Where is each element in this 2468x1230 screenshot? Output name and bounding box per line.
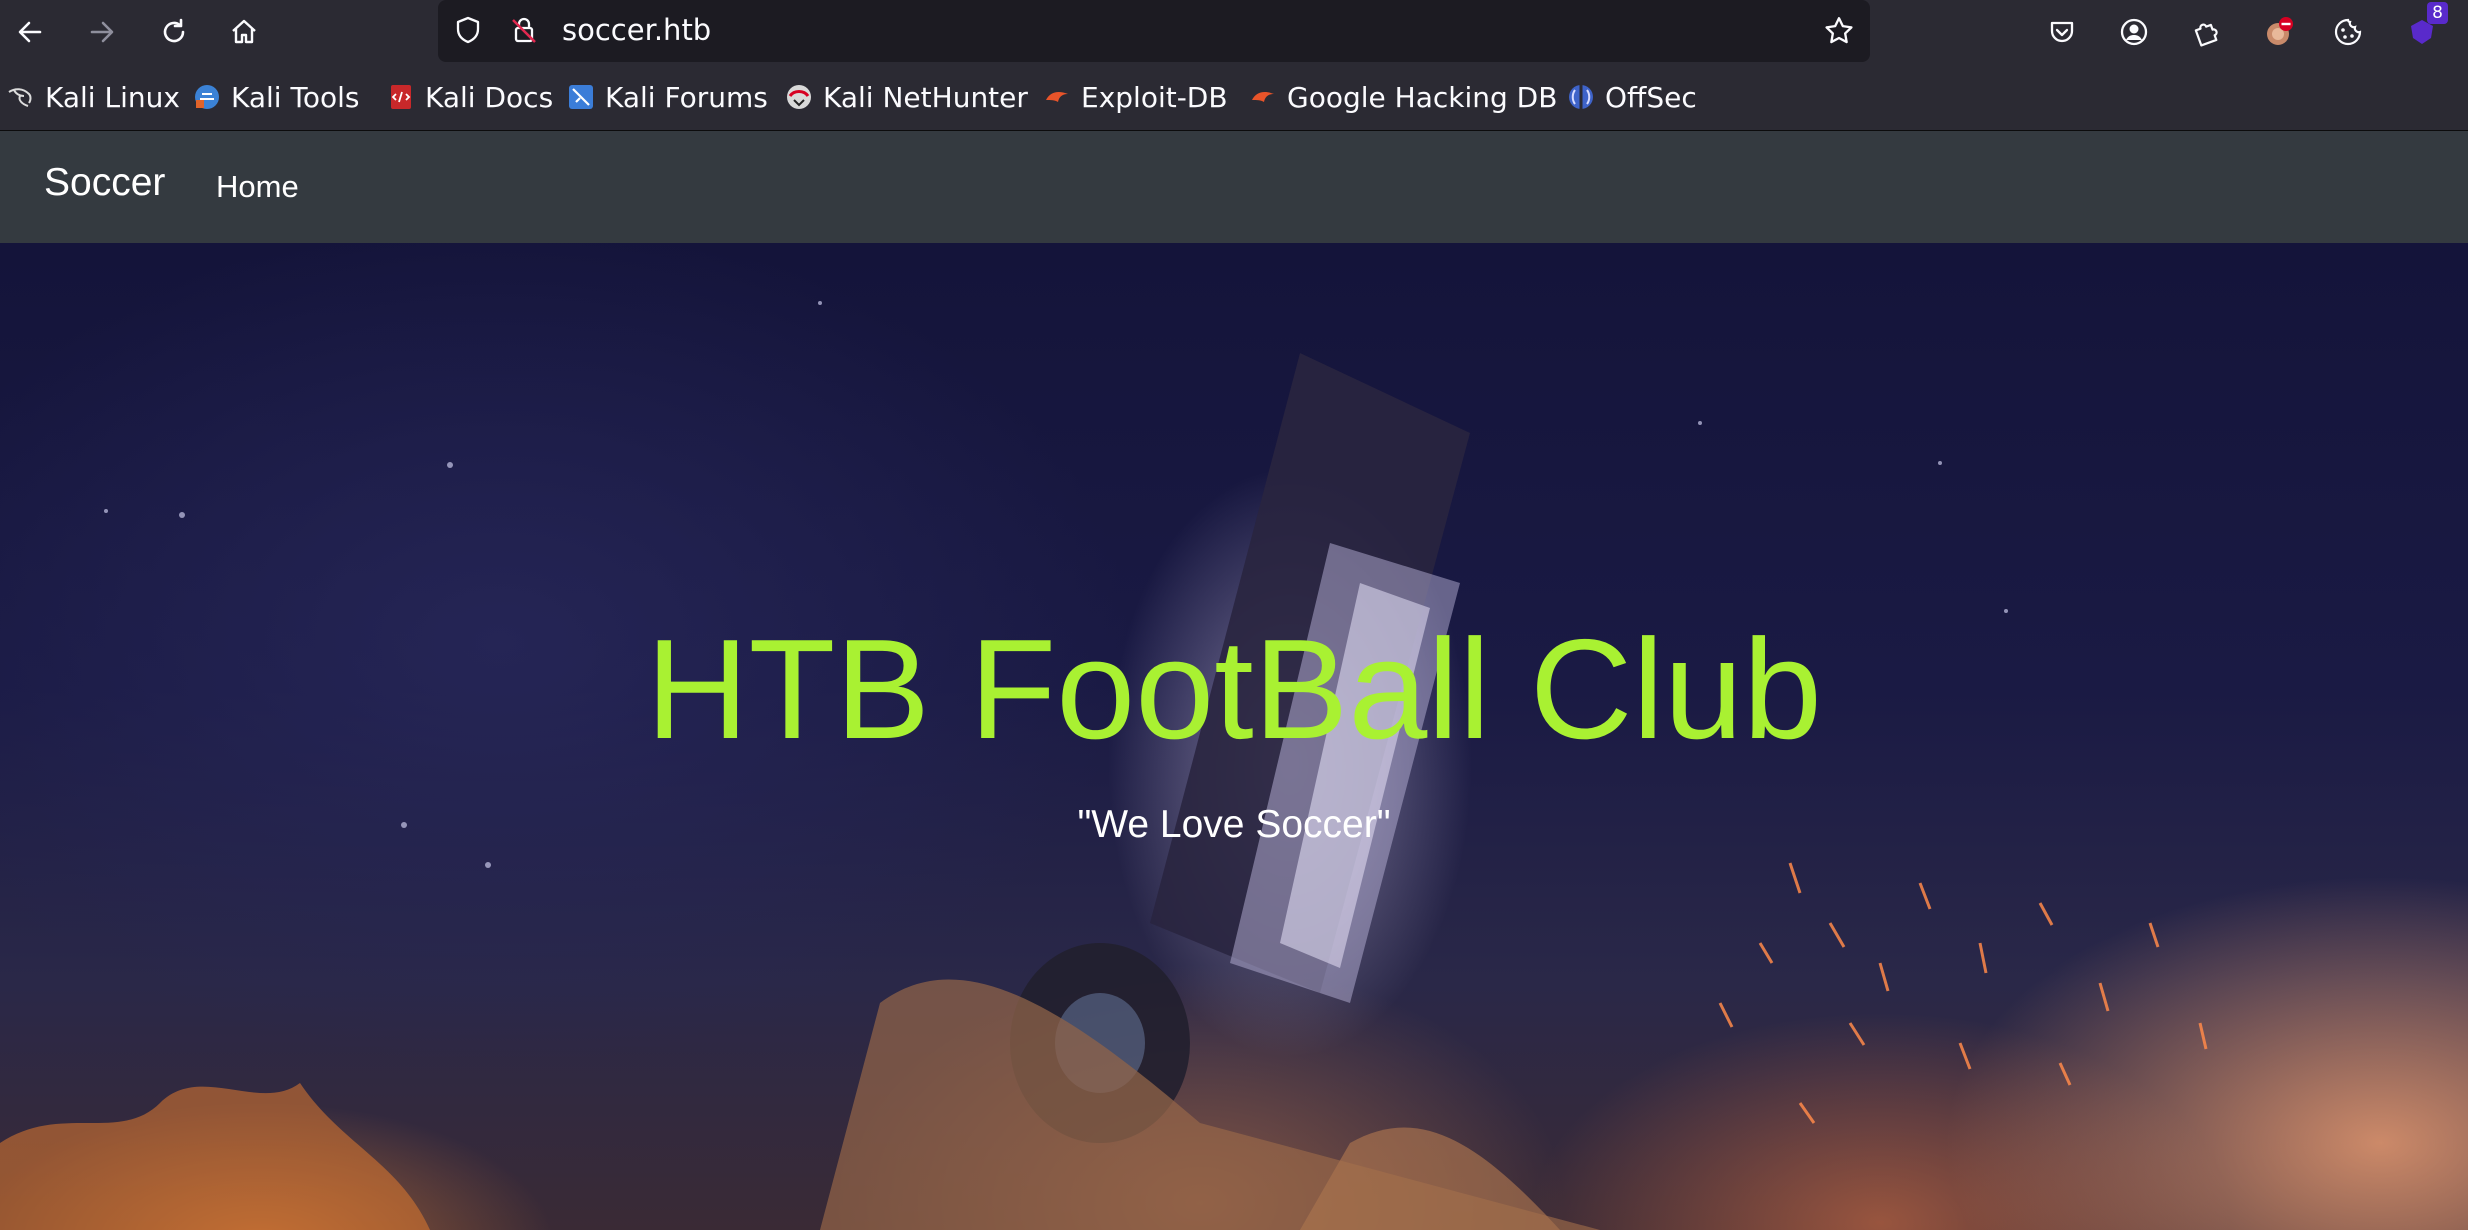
url-text[interactable]: soccer.htb bbox=[562, 13, 711, 47]
forward-button[interactable] bbox=[80, 10, 124, 54]
account-icon bbox=[2120, 18, 2148, 46]
bookmark-label: Kali Tools bbox=[231, 80, 360, 114]
bookmark-label: Kali Forums bbox=[605, 80, 768, 114]
home-button[interactable] bbox=[222, 10, 266, 54]
kali-docs-icon bbox=[391, 85, 411, 109]
bookmark-kali-tools[interactable]: Kali Tools bbox=[192, 79, 359, 115]
menu-extension-button[interactable]: 8 bbox=[2400, 2, 2448, 54]
bookmark-exploit-db[interactable]: Exploit-DB bbox=[1042, 79, 1228, 115]
pocket-icon bbox=[2050, 21, 2074, 43]
bookmark-label: Exploit-DB bbox=[1081, 80, 1228, 114]
bookmark-star-icon[interactable] bbox=[1822, 14, 1856, 48]
extensions-button[interactable] bbox=[2184, 10, 2228, 54]
extension-badge-count: 8 bbox=[2427, 2, 2448, 24]
pocket-button[interactable] bbox=[2040, 10, 2084, 54]
bookmark-label: Kali Linux bbox=[45, 80, 180, 114]
tracking-shield-icon[interactable] bbox=[452, 14, 484, 46]
bookmark-kali-docs[interactable]: Kali Docs bbox=[386, 79, 553, 115]
bookmark-kali-forums[interactable]: Kali Forums bbox=[566, 79, 768, 115]
bookmark-label: Google Hacking DB bbox=[1287, 80, 1558, 114]
home-icon bbox=[232, 19, 256, 44]
kali-dragon-icon bbox=[8, 88, 32, 107]
hero-title: HTB FootBall Club bbox=[646, 610, 1822, 769]
ghdb-icon bbox=[1252, 92, 1274, 102]
bookmark-kali-nethunter[interactable]: Kali NetHunter bbox=[784, 79, 1028, 115]
bookmark-google-hacking-db[interactable]: Google Hacking DB bbox=[1248, 79, 1557, 115]
kali-nethunter-icon bbox=[787, 85, 811, 109]
cookie-extension-button[interactable] bbox=[2326, 10, 2370, 54]
kali-forums-icon bbox=[569, 85, 593, 109]
blocker-extension-icon bbox=[2267, 17, 2293, 45]
site-brand[interactable]: Soccer bbox=[44, 161, 165, 205]
arrow-left-icon bbox=[18, 21, 42, 43]
hero-section: HTB FootBall Club "We Love Soccer" bbox=[0, 243, 2468, 1230]
hero-subtitle: "We Love Soccer" bbox=[1077, 803, 1391, 846]
account-button[interactable] bbox=[2112, 10, 2156, 54]
bookmark-label: OffSec bbox=[1605, 80, 1697, 114]
bookmarks-bar: Kali Linux Kali Tools Kali Docs Kali For… bbox=[0, 64, 2468, 131]
extension-blocker-button[interactable] bbox=[2256, 10, 2300, 54]
insecure-lock-icon[interactable] bbox=[508, 14, 540, 46]
address-bar[interactable]: soccer.htb bbox=[438, 0, 1870, 62]
bookmark-kali-linux[interactable]: Kali Linux bbox=[6, 79, 180, 115]
browser-toolbar: soccer.htb 8 bbox=[0, 0, 2468, 64]
reload-icon bbox=[163, 18, 185, 43]
offsec-icon bbox=[1569, 85, 1593, 109]
exploit-db-icon bbox=[1046, 92, 1068, 102]
kali-tools-icon bbox=[195, 85, 219, 109]
back-button[interactable] bbox=[8, 10, 52, 54]
cookie-icon bbox=[2334, 18, 2362, 46]
bookmark-label: Kali NetHunter bbox=[823, 80, 1028, 114]
nav-home-link[interactable]: Home bbox=[216, 169, 299, 205]
reload-button[interactable] bbox=[152, 10, 196, 54]
site-navbar: Soccer Home bbox=[0, 131, 2468, 243]
puzzle-icon bbox=[2194, 23, 2218, 47]
arrow-right-icon bbox=[90, 21, 114, 43]
bookmark-label: Kali Docs bbox=[425, 80, 554, 114]
bookmark-offsec[interactable]: OffSec bbox=[1566, 79, 1697, 115]
